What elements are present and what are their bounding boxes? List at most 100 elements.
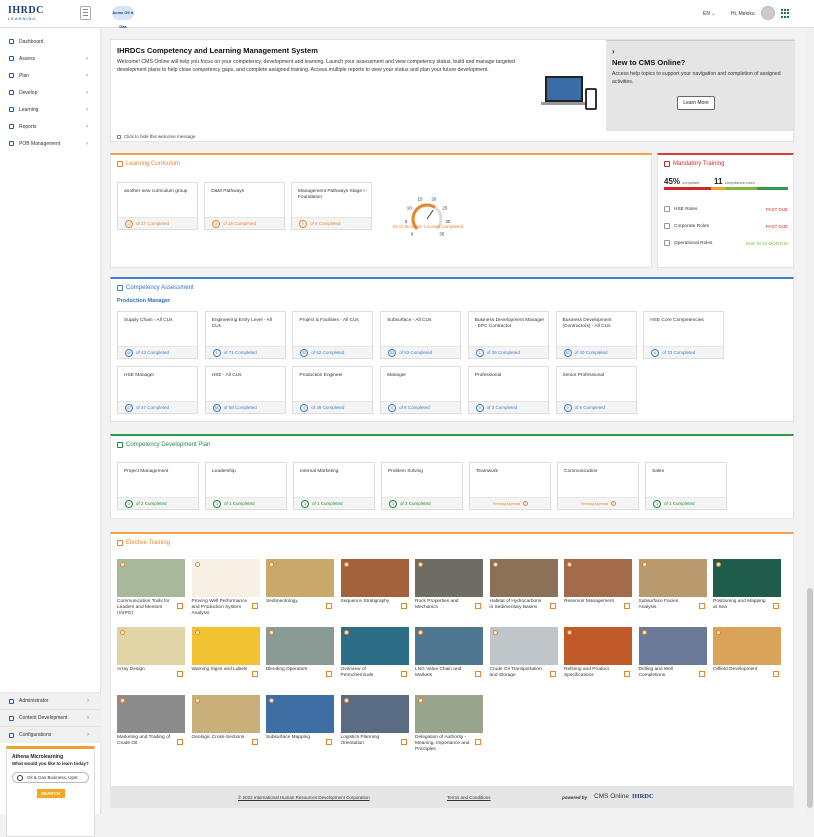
competency-assessment-title[interactable]: Competency Assessment bbox=[117, 285, 194, 291]
external-link-icon[interactable] bbox=[177, 671, 183, 677]
course-name[interactable]: Subsurface Mapping bbox=[266, 735, 322, 741]
curriculum-card[interactable]: Supply Chain - All CUs 40 of 43 Completed bbox=[117, 311, 198, 359]
course-name[interactable]: Drilling and Well Completions bbox=[639, 667, 695, 679]
curriculum-card[interactable]: Subsurface - All CUs 53 of 53 Completed bbox=[380, 311, 462, 359]
course-thumbnail[interactable] bbox=[713, 559, 781, 597]
external-link-icon[interactable] bbox=[624, 671, 630, 677]
course-tile[interactable]: Blending Operators bbox=[266, 627, 334, 684]
sidebar-item-plan[interactable]: Plan › bbox=[0, 67, 100, 84]
external-link-icon[interactable] bbox=[549, 603, 556, 609]
course-thumbnail[interactable] bbox=[415, 695, 483, 733]
external-link-icon[interactable] bbox=[549, 671, 556, 677]
course-name[interactable]: Oilfield Development bbox=[713, 667, 769, 673]
sidebar-item-learning[interactable]: Learning › bbox=[0, 101, 100, 118]
external-link-icon[interactable] bbox=[698, 603, 705, 609]
learning-curriculum-title[interactable]: Learning Curriculum bbox=[117, 161, 180, 167]
external-link-icon[interactable] bbox=[251, 603, 258, 609]
course-tile[interactable]: Marketing and Trading of Crude Oil bbox=[117, 695, 185, 752]
course-thumbnail[interactable] bbox=[191, 559, 260, 597]
curriculum-card[interactable]: Business Development Manager - EPC Contr… bbox=[467, 311, 549, 359]
course-thumbnail[interactable] bbox=[638, 627, 707, 665]
course-thumbnail[interactable] bbox=[713, 627, 781, 665]
course-name[interactable]: Delegation of Authority - Meaning, Impor… bbox=[415, 735, 471, 753]
course-thumbnail[interactable] bbox=[564, 559, 632, 597]
course-tile[interactable]: Overview of Petrochemicals bbox=[340, 627, 409, 684]
sidebar-item-dashboard[interactable]: Dashboard bbox=[0, 33, 100, 50]
external-link-icon[interactable] bbox=[773, 671, 779, 677]
curriculum-card[interactable]: HSE Core Competencies 0 of 33 Completed bbox=[643, 311, 725, 359]
course-tile[interactable]: Habitat of Hydrocarbons in Sedimentary B… bbox=[489, 559, 558, 616]
curriculum-card[interactable]: Leadership 1 of 1 Completed bbox=[205, 462, 287, 510]
avatar[interactable] bbox=[761, 6, 775, 20]
curriculum-card[interactable]: another new curriculum group 12 of 17 Comp… bbox=[117, 182, 198, 230]
curriculum-card[interactable]: Professional 0 of 3 Completed bbox=[467, 366, 549, 414]
sidebar-item-content-development[interactable]: Content Development › bbox=[0, 709, 101, 726]
sidebar-item-develop[interactable]: Develop › bbox=[0, 84, 100, 101]
mandatory-training-title[interactable]: Mandatory Training bbox=[664, 161, 724, 167]
external-link-icon[interactable] bbox=[326, 739, 332, 745]
search-button[interactable]: SEARCH bbox=[36, 789, 65, 798]
curriculum-card[interactable]: Teamwork Pending Approval! bbox=[469, 462, 551, 510]
external-link-icon[interactable] bbox=[475, 603, 481, 609]
external-link-icon[interactable] bbox=[698, 671, 705, 677]
course-thumbnail[interactable] bbox=[266, 559, 334, 597]
course-thumbnail[interactable] bbox=[266, 695, 334, 733]
course-name[interactable]: Subsurface Facies Analysis bbox=[639, 599, 695, 611]
search-input[interactable]: Oil & Gas Business, Upst bbox=[12, 772, 89, 783]
curriculum-card[interactable]: Management Pathways Stage I - Foundation… bbox=[291, 182, 372, 230]
course-name[interactable]: Positioning and Mapping at Sea bbox=[713, 599, 769, 611]
course-thumbnail[interactable] bbox=[191, 627, 260, 665]
course-thumbnail[interactable] bbox=[117, 627, 185, 665]
mandatory-row[interactable]: HSE Roles PAST DUE bbox=[664, 203, 790, 215]
course-tile[interactable]: Reservoir Management bbox=[564, 559, 632, 616]
sidebar-item-assess[interactable]: Assess › bbox=[0, 50, 100, 67]
course-name[interactable]: Warning Signs and Labels bbox=[192, 667, 248, 673]
terms-link[interactable]: Terms and Conditions bbox=[447, 795, 491, 800]
ihrdc-logo[interactable]: IHRDC LEARNING bbox=[8, 5, 44, 21]
course-name[interactable]: Crude Oil Transportation and Storage bbox=[490, 667, 546, 679]
course-tile[interactable]: Logistics Planning Orientation bbox=[340, 695, 409, 752]
copyright-link[interactable]: © 2022 International Human Resources Dev… bbox=[238, 795, 370, 800]
curriculum-card[interactable]: Project & Facilities - All CUs 52 of 52 Co… bbox=[292, 311, 374, 359]
external-link-icon[interactable] bbox=[400, 671, 407, 677]
user-greeting[interactable]: Hi, Meloku bbox=[731, 11, 755, 17]
curriculum-card[interactable]: Business Development (Contractors) - All… bbox=[555, 311, 637, 359]
course-thumbnail[interactable] bbox=[489, 559, 558, 597]
course-thumbnail[interactable] bbox=[489, 627, 558, 665]
course-name[interactable]: Proving Well Performance and Production … bbox=[192, 599, 248, 617]
course-name[interactable]: Habitat of Hydrocarbons in Sedimentary B… bbox=[490, 599, 546, 611]
course-thumbnail[interactable] bbox=[638, 559, 707, 597]
external-link-icon[interactable] bbox=[624, 603, 630, 609]
sidebar-item-administrator[interactable]: Administrator › bbox=[0, 692, 101, 709]
curriculum-card[interactable]: Engineering Entry Level - All CUs 1 of 71 … bbox=[204, 311, 286, 359]
course-name[interactable]: Communication Tools for Leaders and Ment… bbox=[117, 599, 173, 617]
course-tile[interactable]: Delegation of Authority - Meaning, Impor… bbox=[415, 695, 483, 752]
course-thumbnail[interactable] bbox=[415, 559, 483, 597]
external-link-icon[interactable] bbox=[400, 603, 407, 609]
course-thumbnail[interactable] bbox=[266, 627, 334, 665]
course-name[interactable]: Array Design bbox=[117, 667, 173, 673]
curriculum-card[interactable]: Manager 0 of 8 Completed bbox=[380, 366, 462, 414]
checkbox-icon[interactable] bbox=[117, 134, 121, 139]
curriculum-card[interactable]: Problem Solving 1 of 3 Completed bbox=[381, 462, 463, 510]
course-tile[interactable]: Rock Properties and Mechanics bbox=[415, 559, 483, 616]
external-link-icon[interactable] bbox=[326, 603, 332, 609]
course-name[interactable]: Overview of Petrochemicals bbox=[341, 667, 397, 679]
course-tile[interactable]: Positioning and Mapping at Sea bbox=[713, 559, 781, 616]
course-tile[interactable]: Geologic Cross-Sections bbox=[191, 695, 260, 752]
page-scrollbar[interactable] bbox=[806, 28, 814, 814]
course-name[interactable]: Blending Operators bbox=[266, 667, 322, 673]
course-thumbnail[interactable] bbox=[564, 627, 632, 665]
course-tile[interactable]: Refining and Product Specifications bbox=[564, 627, 632, 684]
course-tile[interactable]: Oilfield Development bbox=[713, 627, 781, 684]
external-link-icon[interactable] bbox=[475, 671, 481, 677]
mandatory-row[interactable]: Operational Roles DUE IN 12 MONTHS bbox=[664, 237, 790, 249]
course-name[interactable]: Reservoir Management bbox=[564, 599, 620, 605]
course-name[interactable]: Logistics Planning Orientation bbox=[341, 735, 397, 747]
curriculum-card[interactable]: HSE Manager 47 of 47 Completed bbox=[117, 366, 198, 414]
course-name[interactable]: Rock Properties and Mechanics bbox=[415, 599, 471, 611]
course-name[interactable]: Sedimentology bbox=[266, 599, 322, 605]
external-link-icon[interactable] bbox=[251, 739, 258, 745]
external-link-icon[interactable] bbox=[177, 603, 183, 609]
language-selector[interactable]: EN ⌄ bbox=[703, 11, 716, 17]
